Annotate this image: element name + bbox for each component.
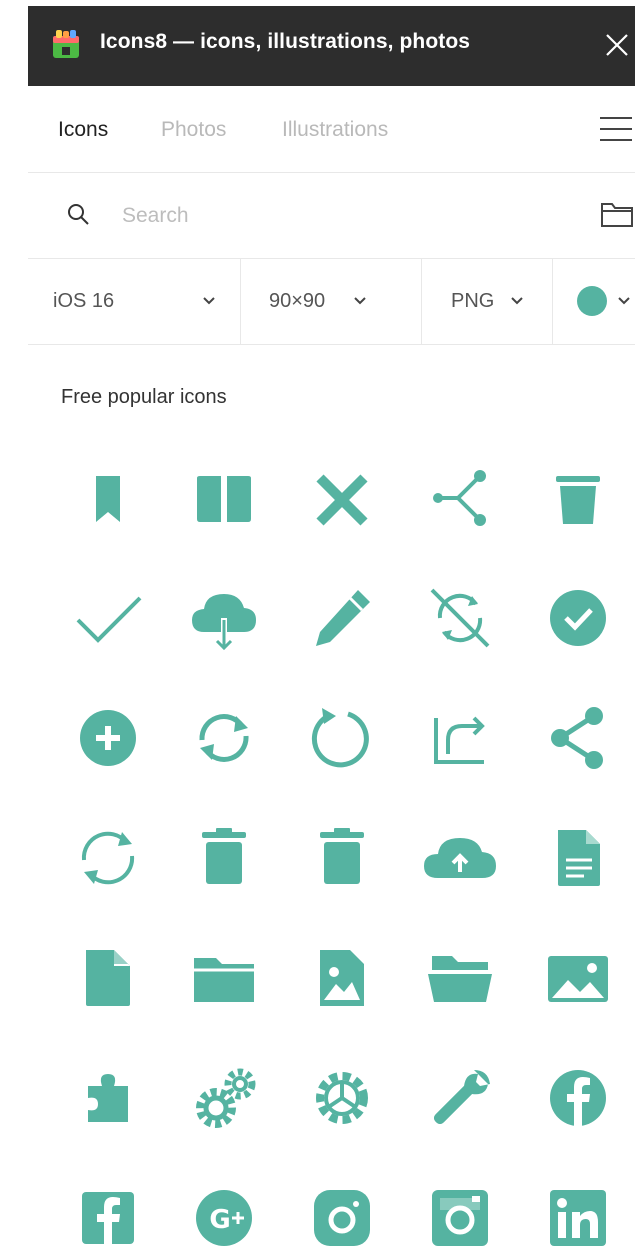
instagram-old-icon[interactable] [418,1176,502,1251]
svg-text:G: G [209,1205,230,1235]
chevron-down-icon [203,297,215,305]
color-dropdown[interactable] [552,258,635,344]
trash-icon[interactable] [536,456,620,540]
filter-bar: iOS 16 90×90 PNG [28,258,635,345]
format-value: PNG [451,290,495,312]
folder-icon[interactable] [600,200,634,228]
chevron-down-icon [511,297,523,305]
google-plus-icon[interactable]: G [182,1176,266,1251]
plus-circle-icon[interactable] [66,696,150,780]
check-circle-icon[interactable] [536,576,620,660]
close-icon[interactable] [300,456,384,540]
sync-off-icon[interactable] [418,576,502,660]
export-icon[interactable] [418,696,502,780]
format-dropdown[interactable]: PNG [421,258,553,344]
icons8-logo-icon [53,30,79,58]
file-icon[interactable] [66,936,150,1020]
settings-icon[interactable] [300,1056,384,1140]
image-file-icon[interactable] [300,936,384,1020]
share-node-icon[interactable] [418,456,502,540]
facebook-circle-icon[interactable] [536,1056,620,1140]
window-title: Icons8 — icons, illustrations, photos [100,30,471,53]
gears-icon[interactable] [182,1056,266,1140]
sync-icon[interactable] [66,816,150,900]
wrench-icon[interactable] [418,1056,502,1140]
search-bar [28,172,635,259]
close-icon[interactable] [600,28,634,62]
puzzle-icon[interactable] [66,1056,150,1140]
refresh-icon[interactable] [182,696,266,780]
size-value: 90×90 [269,290,326,312]
facebook-icon[interactable] [66,1176,150,1251]
style-dropdown[interactable]: iOS 16 [28,258,240,344]
cloud-download-icon[interactable] [182,576,266,660]
title-bar: Icons8 — icons, illustrations, photos [28,6,635,86]
folder-icon[interactable] [182,936,266,1020]
tab-bar: Icons Photos Illustrations [28,86,635,173]
search-input[interactable] [120,196,564,236]
linkedin-icon[interactable] [536,1176,620,1251]
book-icon[interactable] [182,456,266,540]
open-folder-icon[interactable] [418,936,502,1020]
delete-icon[interactable] [182,816,266,900]
hamburger-menu-icon[interactable] [598,114,634,144]
size-dropdown[interactable]: 90×90 [240,258,422,344]
document-icon[interactable] [536,816,620,900]
pencil-icon[interactable] [300,576,384,660]
checkmark-icon[interactable] [66,576,150,660]
tab-illustrations[interactable]: Illustrations [282,118,388,142]
extension-panel: Icons8 — icons, illustrations, photos Ic… [28,6,635,1251]
trash-bin-icon[interactable] [300,816,384,900]
share-icon[interactable] [536,696,620,780]
chevron-down-icon [354,297,366,305]
search-icon [68,204,89,225]
color-swatch [577,286,607,316]
instagram-icon[interactable] [300,1176,384,1251]
rotate-icon[interactable] [300,696,384,780]
chevron-down-icon [618,297,630,305]
tab-icons[interactable]: Icons [58,118,108,142]
picture-icon[interactable] [536,936,620,1020]
cloud-upload-icon[interactable] [418,816,502,900]
bookmark-icon[interactable] [66,456,150,540]
section-title: Free popular icons [61,386,227,408]
tab-photos[interactable]: Photos [161,118,226,142]
style-value: iOS 16 [53,290,115,312]
icon-grid: G [28,456,635,1251]
